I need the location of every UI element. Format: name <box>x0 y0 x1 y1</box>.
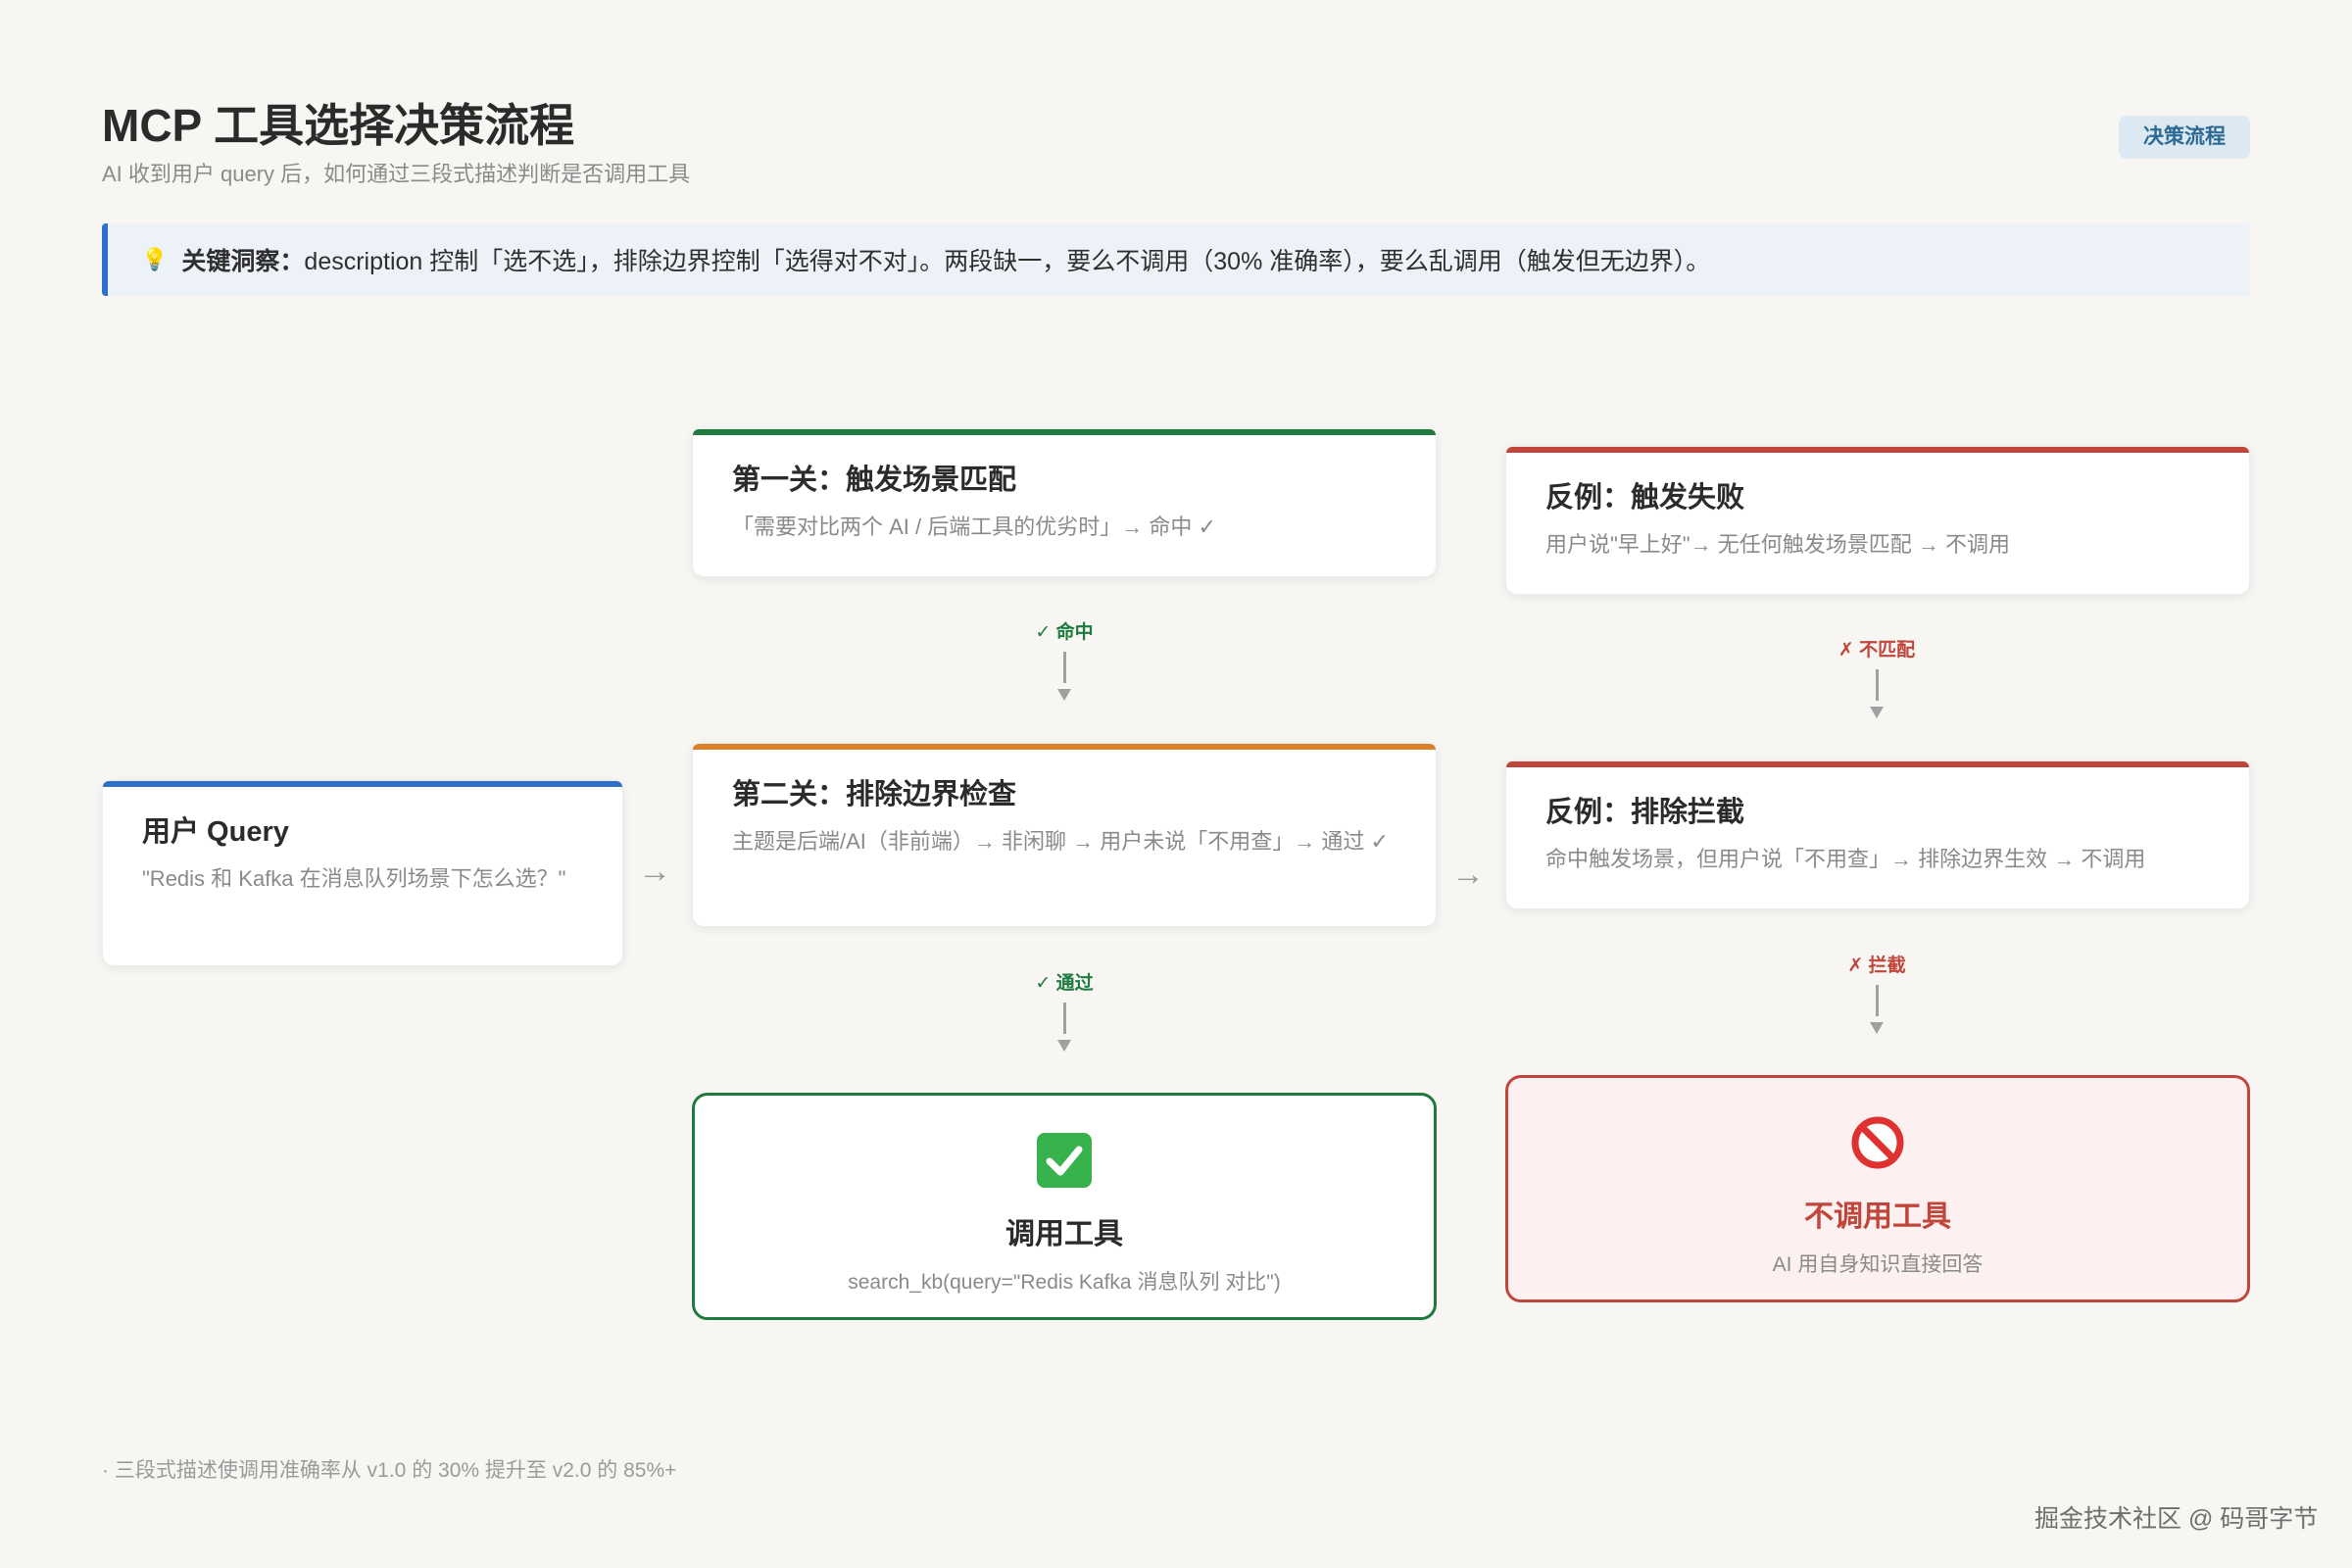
node-desc: 用户说"早上好"→ 无任何触发场景匹配 → 不调用 <box>1545 532 2010 557</box>
node-accent-bar <box>693 429 1436 435</box>
flow-badge: 决策流程 <box>2119 116 2250 159</box>
link-blocked: ✗ 拦截 <box>1818 951 1936 1034</box>
node-desc: 命中触发场景，但用户说「不用查」→ 排除边界生效 → 不调用 <box>1545 847 2146 871</box>
node-title: 第一关：触发场景匹配 <box>732 465 1017 496</box>
link-hit: ✓ 命中 <box>1005 617 1123 701</box>
node-stage1-trigger: 第一关：触发场景匹配 「需要对比两个 AI / 后端工具的优劣时」→ 命中 ✓ <box>692 428 1437 577</box>
arrow-query-to-stage2: → <box>638 853 671 890</box>
link-no-match: ✗ 不匹配 <box>1818 635 1936 718</box>
lightbulb-icon: 💡 <box>141 247 169 271</box>
link-label: ✓ 命中 <box>1035 622 1094 643</box>
insight-callout: 💡 关键洞察： description 控制「选不选」，排除边界控制「选得对不对… <box>102 223 2250 296</box>
node-desc: "Redis 和 Kafka 在消息队列场景下怎么选？" <box>142 866 566 891</box>
page-subtitle: AI 收到用户 query 后，如何通过三段式描述判断是否调用工具 <box>102 162 691 186</box>
link-line <box>1062 1003 1066 1034</box>
node-accent-bar <box>1506 761 2249 767</box>
node-accent-bar <box>1506 447 2249 453</box>
node-fail-trigger: 反例：触发失败 用户说"早上好"→ 无任何触发场景匹配 → 不调用 <box>1505 446 2250 595</box>
arrow-down-icon <box>1057 689 1071 701</box>
result-title: 不调用工具 <box>1804 1200 1951 1233</box>
page-title: MCP 工具选择决策流程 <box>102 100 575 151</box>
result-desc: search_kb(query="Redis Kafka 消息队列 对比") <box>848 1271 1281 1294</box>
arrow-stage2-to-fail2: → <box>1451 856 1485 893</box>
result-desc: AI 用自身知识直接回答 <box>1772 1253 1984 1276</box>
result-no-call: 不调用工具 AI 用自身知识直接回答 <box>1505 1075 2250 1302</box>
link-label: ✓ 通过 <box>1035 973 1094 994</box>
arrow-down-icon <box>1870 707 1884 718</box>
node-title: 第二关：排除边界检查 <box>732 779 1017 810</box>
prohibited-icon <box>1850 1115 1905 1170</box>
check-icon <box>1037 1133 1092 1188</box>
footnote: · 三段式描述使调用准确率从 v1.0 的 30% 提升至 v2.0 的 85%… <box>102 1459 677 1482</box>
insight-lead: 关键洞察： <box>181 248 305 275</box>
result-title: 调用工具 <box>1005 1218 1123 1250</box>
node-desc: 「需要对比两个 AI / 后端工具的优劣时」→ 命中 ✓ <box>732 514 1216 539</box>
link-line <box>1875 985 1879 1016</box>
arrow-down-icon <box>1057 1040 1071 1052</box>
watermark: 掘金技术社区 @ 码哥字节 <box>2034 1505 2319 1533</box>
link-label: ✗ 拦截 <box>1847 956 1906 976</box>
result-call-tool: 调用工具 search_kb(query="Redis Kafka 消息队列 对… <box>692 1093 1437 1320</box>
link-label: ✗ 不匹配 <box>1838 640 1916 661</box>
node-user-query: 用户 Query "Redis 和 Kafka 在消息队列场景下怎么选？" <box>102 780 623 966</box>
node-title: 反例：触发失败 <box>1545 482 1745 514</box>
link-line <box>1875 669 1879 701</box>
node-accent-bar <box>693 744 1436 750</box>
insight-text: description 控制「选不选」，排除边界控制「选得对不对」。两段缺一，要… <box>304 248 1711 275</box>
node-desc: 主题是后端/AI（非前端）→ 非闲聊 → 用户未说「不用查」→ 通过 ✓ <box>732 829 1389 854</box>
node-accent-bar <box>103 781 622 787</box>
link-line <box>1062 652 1066 683</box>
node-title: 用户 Query <box>142 816 289 848</box>
arrow-down-icon <box>1870 1022 1884 1034</box>
node-stage2-exclusion: 第二关：排除边界检查 主题是后端/AI（非前端）→ 非闲聊 → 用户未说「不用查… <box>692 743 1437 927</box>
link-pass: ✓ 通过 <box>1005 968 1123 1052</box>
node-title: 反例：排除拦截 <box>1545 797 1745 828</box>
node-fail-exclusion: 反例：排除拦截 命中触发场景，但用户说「不用查」→ 排除边界生效 → 不调用 <box>1505 760 2250 909</box>
